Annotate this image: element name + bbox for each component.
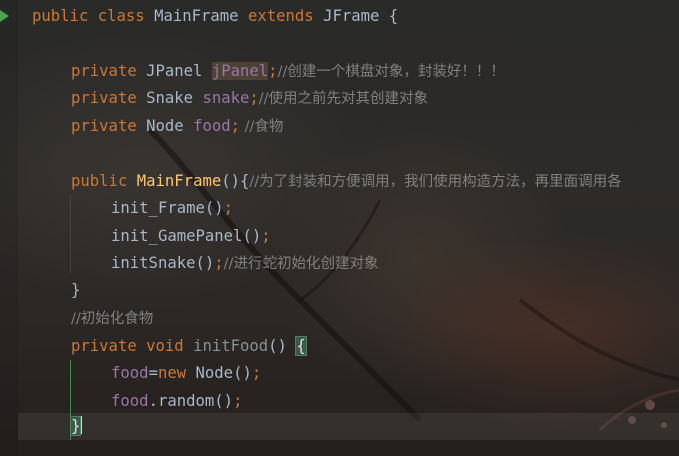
- code-line-method-init-food[interactable]: private void initFood() {: [71, 333, 307, 360]
- token-keyword: private: [71, 62, 137, 80]
- token-punct: (): [268, 337, 297, 355]
- token-semicolon: ;: [223, 199, 234, 217]
- token-type: Node: [186, 364, 234, 382]
- code-line-constructor[interactable]: public MainFrame(){//为了封装和方便调用，我们使用构造方法，…: [71, 168, 622, 195]
- editor-gutter[interactable]: [0, 0, 18, 456]
- token-field: snake: [202, 89, 250, 107]
- token-punct: (){: [221, 172, 250, 190]
- token-field: food: [111, 364, 149, 382]
- code-line-class-decl[interactable]: public class MainFrame extends JFrame {: [32, 3, 398, 30]
- token-keyword: extends: [238, 7, 324, 25]
- matched-brace-open: {: [295, 336, 307, 356]
- text-caret: [80, 416, 82, 434]
- token-semicolon: ;: [214, 254, 224, 272]
- token-method-call: initSnake: [111, 254, 196, 272]
- token-keyword: class: [88, 7, 155, 25]
- token-field: food: [193, 117, 231, 135]
- token-comment: //进行蛇初始化创建对象: [223, 256, 379, 272]
- token-comment: //为了封装和方便调用，我们使用构造方法，再里面调用各: [249, 174, 622, 190]
- token-punct: (): [233, 364, 252, 382]
- token-comment: //初始化食物: [71, 311, 154, 327]
- code-line-food-random[interactable]: food.random();: [111, 388, 242, 415]
- token-semicolon: ;: [268, 62, 278, 80]
- token-method-name: MainFrame: [136, 172, 222, 190]
- token-keyword: private: [71, 89, 137, 107]
- token-semicolon: ;: [233, 392, 243, 410]
- token-type: JPanel: [136, 62, 212, 80]
- token-semicolon: ;: [251, 364, 262, 382]
- matched-brace-close: }: [69, 416, 82, 436]
- token-class-name: MainFrame: [154, 7, 239, 25]
- token-comment: //使用之前先对其创建对象: [258, 91, 429, 107]
- code-line-constructor-close[interactable]: }: [71, 277, 80, 304]
- token-method-call: .random: [148, 392, 215, 410]
- code-line-call-init-snake[interactable]: initSnake();//进行蛇初始化创建对象: [111, 250, 378, 277]
- token-semicolon: ;: [261, 227, 271, 245]
- token-keyword: void: [146, 337, 184, 355]
- token-type: Node: [136, 117, 194, 135]
- token-keyword: private: [71, 337, 137, 355]
- code-editor[interactable]: public class MainFrame extends JFrame { …: [0, 0, 679, 456]
- token-type: JFrame: [323, 7, 380, 25]
- token-punct: {: [379, 7, 399, 25]
- token-field: jPanel: [211, 62, 269, 80]
- token-punct: (): [214, 392, 234, 410]
- token-keyword: public: [71, 172, 128, 190]
- code-line-field-food[interactable]: private Node food; //食物: [71, 113, 283, 140]
- code-line-method-close[interactable]: }: [69, 413, 82, 440]
- code-line-call-init-gamepanel[interactable]: init_GamePanel();: [111, 223, 271, 250]
- token-punct: (): [195, 254, 215, 272]
- token-method-name-unused: initFood: [193, 337, 269, 355]
- token-keyword: new: [157, 364, 187, 382]
- token-punct: }: [71, 281, 81, 299]
- indent-guide: [70, 195, 71, 273]
- token-semicolon: ;: [230, 117, 241, 135]
- code-line-assign-food[interactable]: food=new Node();: [111, 360, 261, 387]
- code-line-field-snake[interactable]: private Snake snake;//使用之前先对其创建对象: [71, 85, 428, 112]
- code-line-call-init-frame[interactable]: init_Frame();: [111, 195, 233, 222]
- token-method-call: init_GamePanel: [111, 227, 243, 245]
- token-keyword: public: [32, 7, 89, 25]
- token-field: food: [111, 392, 149, 410]
- token-punct: (): [242, 227, 262, 245]
- token-operator: =: [148, 364, 158, 382]
- token-method-call: init_Frame: [111, 199, 205, 217]
- token-type: Snake: [136, 89, 203, 107]
- token-keyword: private: [71, 117, 137, 135]
- token-semicolon: ;: [249, 89, 259, 107]
- token-comment: //创建一个棋盘对象，封装好！！！: [277, 64, 505, 80]
- code-line-comment-init-food[interactable]: //初始化食物: [71, 305, 153, 332]
- token-comment: //食物: [240, 119, 284, 135]
- current-line-highlight: [18, 413, 679, 440]
- run-arrow-icon[interactable]: [0, 10, 9, 22]
- code-line-field-jpanel[interactable]: private JPanel jPanel;//创建一个棋盘对象，封装好！！！: [71, 58, 505, 85]
- token-punct: (): [204, 199, 224, 217]
